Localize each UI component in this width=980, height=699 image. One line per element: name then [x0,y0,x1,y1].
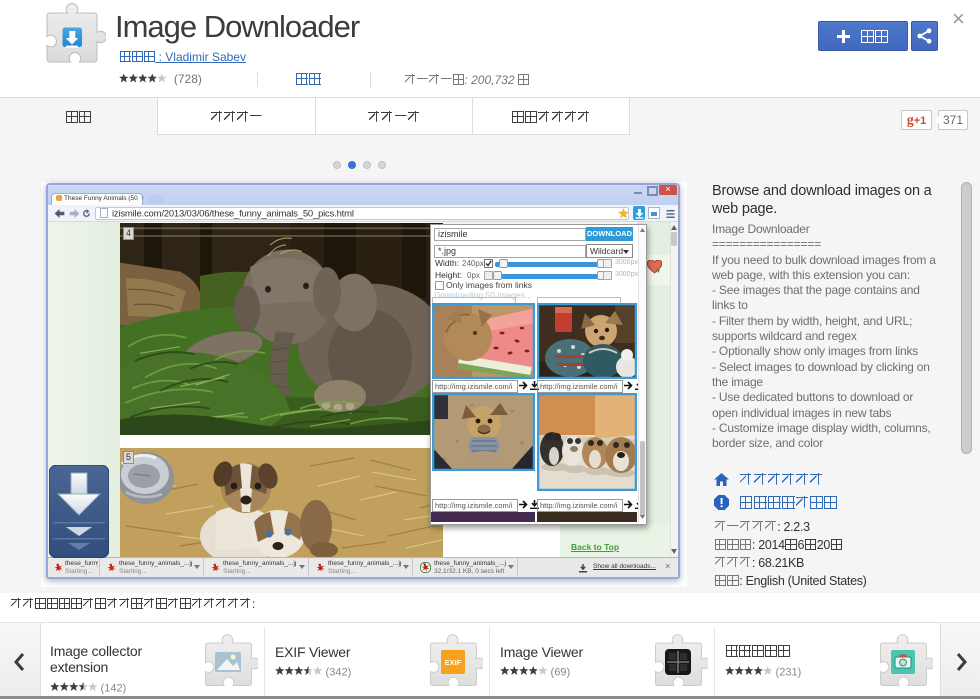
svg-text:EXIF: EXIF [445,658,462,667]
